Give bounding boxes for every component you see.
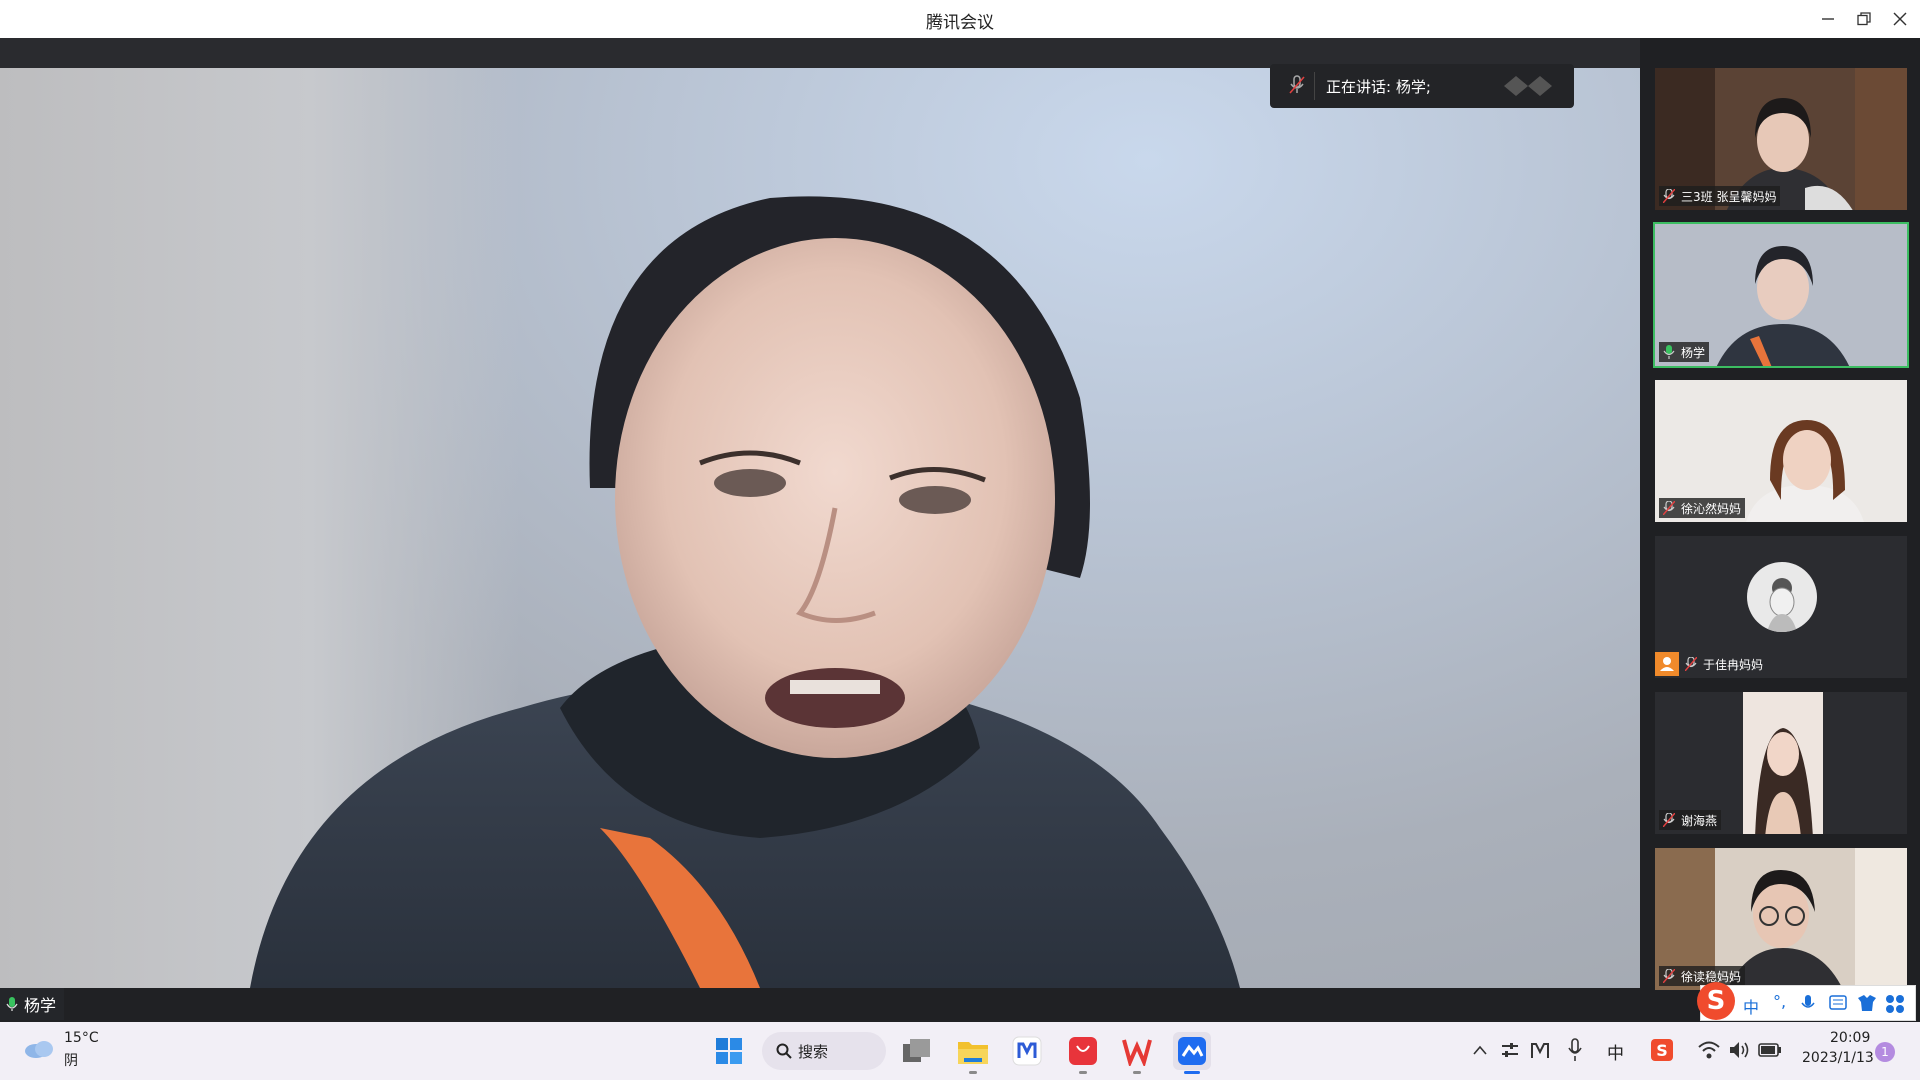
- close-icon: [1893, 12, 1907, 26]
- muted-mic-icon: [1663, 969, 1675, 983]
- wps-icon: [1122, 1039, 1152, 1066]
- weather-temp[interactable]: 15°C: [64, 1030, 99, 1046]
- muted-mic-icon: [1289, 75, 1305, 94]
- ime-toolbar: S 中 °,: [1697, 982, 1916, 1021]
- tencent-meeting-button[interactable]: [1173, 1032, 1211, 1070]
- speaking-indicator: 正在讲话: 杨学;: [1270, 64, 1574, 108]
- shopping-bag-icon: [1069, 1037, 1097, 1065]
- muted-mic-icon: [1663, 189, 1675, 203]
- participant-tile[interactable]: 徐沁然妈妈: [1653, 378, 1909, 524]
- meeting-stage: 正在讲话: 杨学; 杨学: [0, 38, 1640, 1022]
- m-tray-icon[interactable]: [1530, 1040, 1550, 1060]
- keyboard-icon[interactable]: [1829, 995, 1847, 1011]
- main-video-name-tag: 杨学: [0, 988, 65, 1020]
- speaker-video-figure: [250, 196, 1240, 988]
- minimize-button[interactable]: [1810, 4, 1846, 34]
- start-button[interactable]: [710, 1032, 748, 1070]
- host-icon: [1655, 652, 1679, 676]
- speaking-text: 正在讲话: 杨学;: [1326, 78, 1431, 96]
- task-view-icon: [903, 1039, 930, 1062]
- muted-mic-icon: [1663, 813, 1675, 827]
- wps-button[interactable]: [1118, 1032, 1156, 1070]
- input-language[interactable]: 中: [1607, 1039, 1624, 1064]
- minimize-icon: [1822, 18, 1834, 20]
- search-icon: [776, 1043, 792, 1059]
- sogou-tray-icon[interactable]: S: [1651, 1039, 1673, 1061]
- ime-lang-toggle[interactable]: 中: [1743, 994, 1759, 1018]
- wifi-icon[interactable]: [1698, 1040, 1720, 1060]
- notification-badge[interactable]: 1: [1875, 1042, 1895, 1062]
- weather-desc[interactable]: 阴: [64, 1050, 78, 1070]
- tencent-meeting-icon: [1178, 1037, 1206, 1065]
- participant-name: 于佳冉妈妈: [1703, 657, 1764, 672]
- participant-tile[interactable]: 谢海燕: [1653, 690, 1909, 836]
- punctuation-icon[interactable]: °,: [1773, 992, 1786, 1011]
- huawei-appgallery-button[interactable]: [1064, 1032, 1102, 1070]
- participant-tile[interactable]: 于佳冉妈妈: [1653, 534, 1909, 680]
- main-video[interactable]: [0, 68, 1640, 988]
- title-bar: 腾讯会议: [0, 0, 1920, 38]
- participant-name: 谢海燕: [1681, 813, 1718, 828]
- clock-time[interactable]: 20:09: [1830, 1030, 1870, 1046]
- active-app-indicator: [1184, 1071, 1200, 1074]
- windows-logo-icon: [716, 1038, 742, 1064]
- skin-icon[interactable]: [1857, 994, 1877, 1012]
- muted-mic-icon: [1663, 501, 1675, 515]
- m-app-icon: [1012, 1036, 1042, 1066]
- mic-icon: [6, 997, 18, 1011]
- mic-icon: [1663, 345, 1675, 359]
- participant-tile[interactable]: 三3班 张呈馨妈妈: [1653, 66, 1909, 212]
- running-indicator: [1079, 1071, 1087, 1074]
- participant-name: 杨学: [1681, 345, 1706, 360]
- participant-sidebar: 三3班 张呈馨妈妈 杨学 徐沁然妈妈 于佳冉妈妈 谢海燕 徐读稳妈妈: [1640, 38, 1920, 1022]
- speaking-wave-icon: [1504, 76, 1552, 96]
- windows-taskbar: 15°C 阴 搜索 中 S 20:09 2023/1/13 1: [0, 1022, 1920, 1080]
- app-m-button[interactable]: [1008, 1032, 1046, 1070]
- participant-tile[interactable]: 徐读稳妈妈: [1653, 846, 1909, 992]
- sogou-logo-icon[interactable]: S: [1697, 982, 1735, 1020]
- close-button[interactable]: [1882, 4, 1918, 34]
- voice-input-icon[interactable]: [1801, 994, 1815, 1014]
- participant-tile-active[interactable]: 杨学: [1653, 222, 1909, 368]
- search-label: 搜索: [798, 1042, 829, 1061]
- chevron-up-icon[interactable]: [1472, 1044, 1488, 1056]
- restore-icon: [1857, 12, 1871, 26]
- running-indicator: [969, 1071, 977, 1074]
- main-video-name: 杨学: [24, 996, 57, 1015]
- running-indicator: [1133, 1071, 1141, 1074]
- restore-button[interactable]: [1846, 4, 1882, 34]
- volume-icon[interactable]: [1728, 1040, 1750, 1060]
- folder-icon: [958, 1042, 988, 1064]
- microphone-icon[interactable]: [1568, 1038, 1582, 1062]
- participant-name: 徐沁然妈妈: [1681, 501, 1742, 516]
- toolbox-icon[interactable]: [1885, 994, 1905, 1014]
- window-title: 腾讯会议: [926, 13, 994, 33]
- cloudy-weather-icon[interactable]: [22, 1036, 56, 1060]
- participant-name: 三3班 张呈馨妈妈: [1681, 189, 1777, 204]
- taskbar-search[interactable]: 搜索: [762, 1032, 886, 1070]
- task-view-button[interactable]: [898, 1032, 936, 1070]
- muted-mic-icon: [1685, 657, 1697, 671]
- file-explorer-button[interactable]: [954, 1032, 992, 1070]
- settings-sliders-icon[interactable]: [1500, 1040, 1520, 1060]
- clock-date[interactable]: 2023/1/13: [1802, 1050, 1874, 1066]
- avatar: [1747, 562, 1817, 632]
- battery-icon[interactable]: [1758, 1042, 1782, 1058]
